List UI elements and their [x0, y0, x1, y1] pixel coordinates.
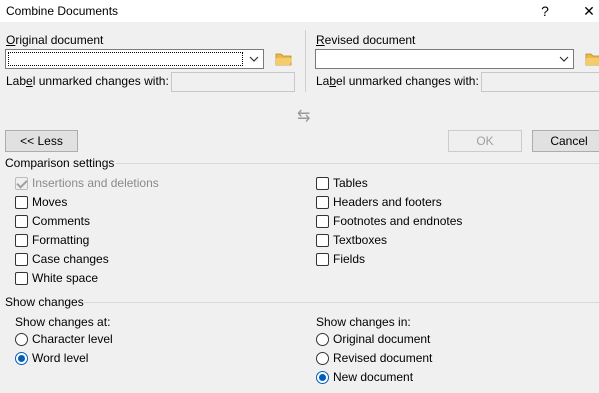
- radio-button[interactable]: [316, 332, 329, 346]
- checkbox-tables[interactable]: Tables: [316, 175, 596, 191]
- checkbox-label: Fields: [333, 252, 366, 266]
- checkbox-headers-footers[interactable]: Headers and footers: [316, 194, 596, 210]
- original-document-label: Original document: [6, 33, 104, 47]
- swap-documents-icon[interactable]: ⇆: [297, 106, 310, 126]
- checkbox-box[interactable]: [316, 195, 329, 209]
- checkbox-box[interactable]: [316, 252, 329, 266]
- checkbox-insertions-deletions[interactable]: Insertions and deletions: [15, 175, 295, 191]
- checkbox-label: Tables: [333, 176, 368, 190]
- original-unmarked-input[interactable]: [171, 72, 295, 92]
- radio-button[interactable]: [316, 351, 329, 365]
- revised-unmarked-input[interactable]: [481, 72, 599, 92]
- dialog-title: Combine Documents: [6, 4, 119, 18]
- original-label-unmarked: Label unmarked changes with:: [6, 74, 169, 88]
- radio-label: Character level: [32, 332, 113, 346]
- show-changes-divider: [84, 302, 599, 303]
- browse-revised-folder-icon[interactable]: [585, 52, 599, 66]
- radio-button[interactable]: [316, 370, 329, 384]
- radio-new-document[interactable]: New document: [316, 369, 432, 385]
- checkbox-formatting[interactable]: Formatting: [15, 232, 295, 248]
- radio-character-level[interactable]: Character level: [15, 331, 113, 347]
- revised-document-label: Revised document: [316, 33, 416, 47]
- radio-button[interactable]: [15, 332, 28, 346]
- radio-label: New document: [333, 370, 414, 384]
- checkbox-label: Comments: [32, 214, 91, 228]
- checkbox-box[interactable]: [15, 233, 28, 247]
- radio-label: Original document: [333, 332, 431, 346]
- show-changes-at-group: Character level Word level: [15, 331, 113, 366]
- comparison-right-column: Tables Headers and footers Footnotes and…: [316, 175, 596, 267]
- show-changes-at-label: Show changes at:: [15, 315, 111, 329]
- comparison-left-column: Insertions and deletions Moves Comments …: [15, 175, 295, 286]
- checkbox-fields[interactable]: Fields: [316, 251, 596, 267]
- checkbox-box[interactable]: [15, 252, 28, 266]
- checkbox-label: Textboxes: [333, 233, 388, 247]
- original-document-label-text: riginal document: [15, 33, 104, 47]
- checkbox-box[interactable]: [15, 195, 28, 209]
- checkbox-label: Moves: [32, 195, 68, 209]
- checkbox-box[interactable]: [15, 176, 28, 190]
- comparison-divider: [116, 163, 599, 164]
- checkbox-white-space[interactable]: White space: [15, 270, 295, 286]
- checkbox-comments[interactable]: Comments: [15, 213, 295, 229]
- checkbox-label: Case changes: [32, 252, 109, 266]
- show-changes-in-label: Show changes in:: [316, 315, 411, 329]
- browse-original-folder-icon[interactable]: [275, 52, 293, 66]
- less-button[interactable]: << Less: [5, 130, 78, 152]
- checkbox-label: Headers and footers: [333, 195, 442, 209]
- radio-word-level[interactable]: Word level: [15, 350, 113, 366]
- show-changes-in-group: Original document Revised document New d…: [316, 331, 432, 385]
- checkbox-textboxes[interactable]: Textboxes: [316, 232, 596, 248]
- revised-label-unmarked: Label unmarked changes with:: [316, 74, 479, 88]
- original-document-combo[interactable]: [5, 49, 264, 69]
- comparison-settings-header: Comparison settings: [5, 156, 115, 170]
- cancel-button[interactable]: Cancel: [532, 130, 599, 152]
- checkbox-label: White space: [32, 271, 99, 285]
- checkbox-box[interactable]: [15, 214, 28, 228]
- checkbox-box[interactable]: [15, 271, 28, 285]
- focus-rectangle: [8, 52, 243, 66]
- checkbox-box[interactable]: [316, 214, 329, 228]
- ok-button[interactable]: OK: [448, 130, 522, 152]
- close-button[interactable]: ✕: [579, 1, 599, 21]
- checkbox-footnotes-endnotes[interactable]: Footnotes and endnotes: [316, 213, 596, 229]
- radio-revised-document[interactable]: Revised document: [316, 350, 432, 366]
- chevron-down-icon[interactable]: [244, 50, 263, 68]
- help-button[interactable]: ?: [535, 1, 555, 21]
- checkbox-box[interactable]: [316, 176, 329, 190]
- revised-document-combo[interactable]: [315, 49, 574, 69]
- checkbox-box[interactable]: [316, 233, 329, 247]
- checkbox-case-changes[interactable]: Case changes: [15, 251, 295, 267]
- column-separator: [305, 30, 306, 92]
- checkbox-label: Insertions and deletions: [32, 176, 159, 190]
- checkbox-label: Formatting: [32, 233, 90, 247]
- checkbox-moves[interactable]: Moves: [15, 194, 295, 210]
- show-changes-header: Show changes: [5, 295, 84, 309]
- radio-button[interactable]: [15, 351, 28, 365]
- chevron-down-icon[interactable]: [554, 50, 573, 68]
- radio-original-document[interactable]: Original document: [316, 331, 432, 347]
- checkbox-label: Footnotes and endnotes: [333, 214, 463, 228]
- radio-label: Revised document: [333, 351, 433, 365]
- radio-label: Word level: [32, 351, 89, 365]
